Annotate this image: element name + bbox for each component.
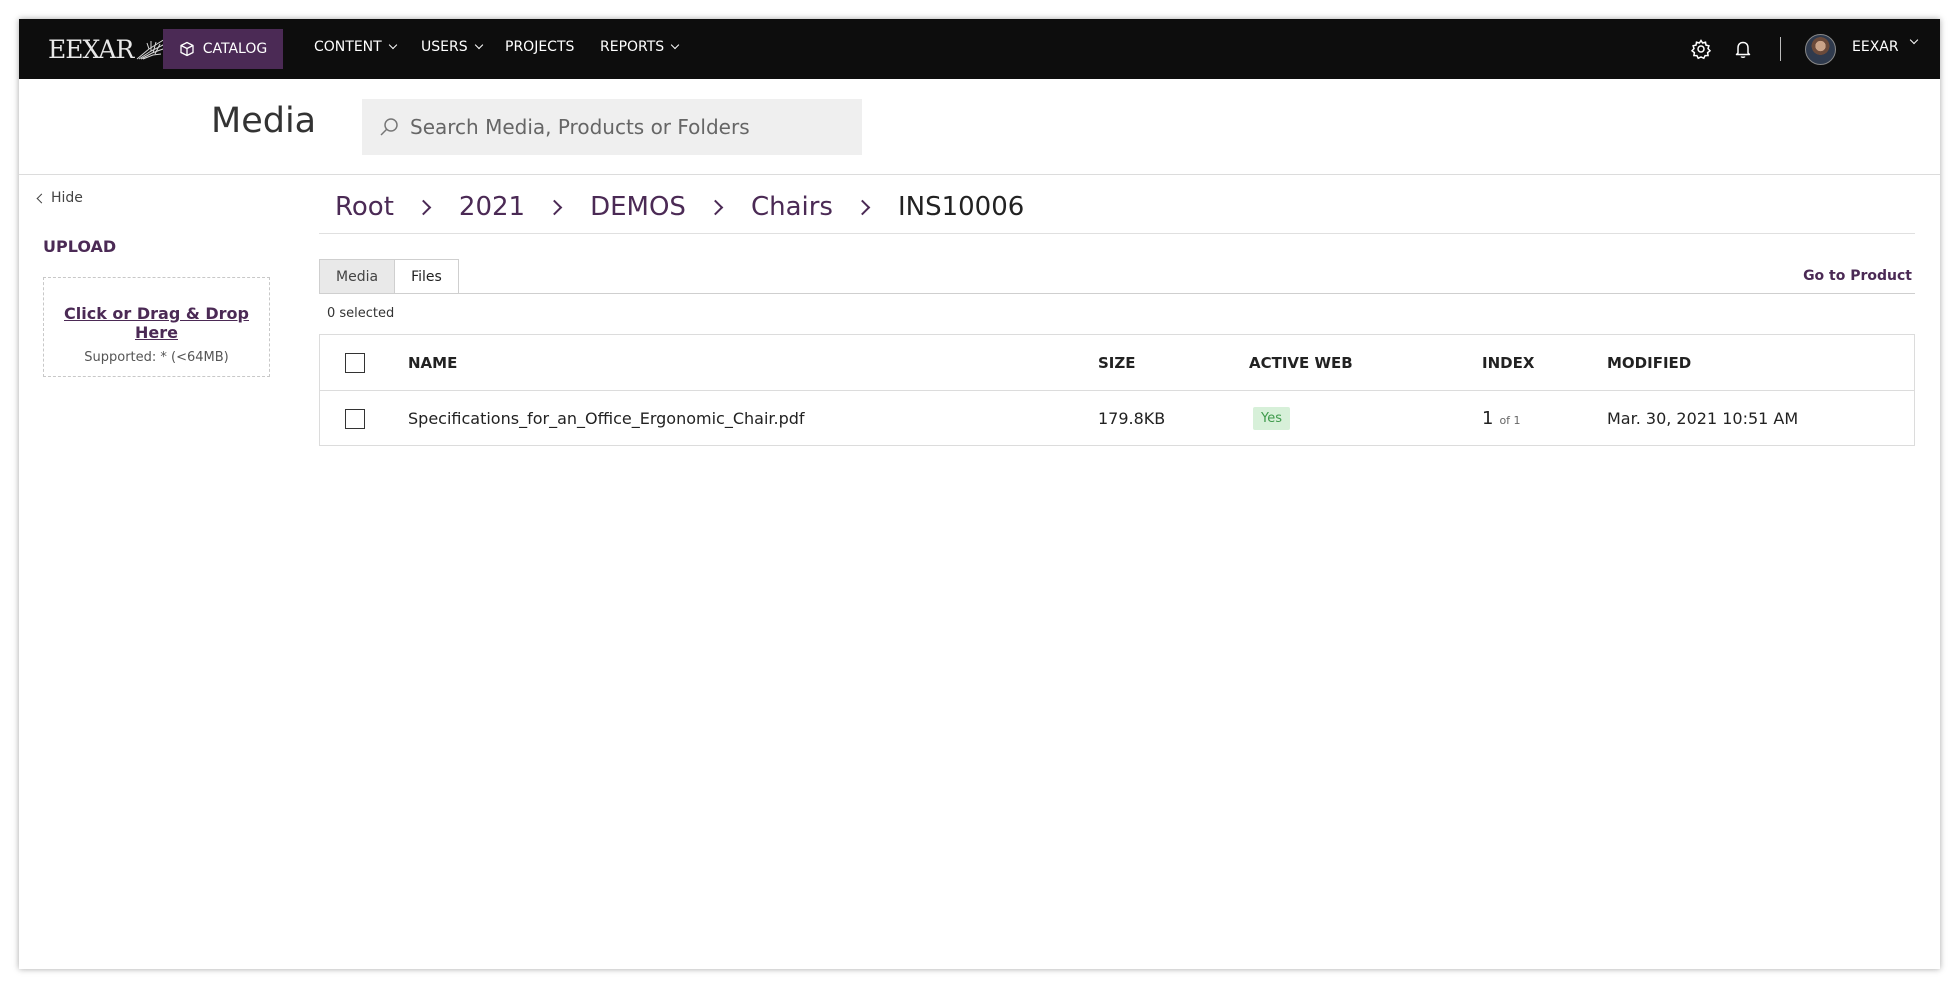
nav-projects-label: PROJECTS — [505, 39, 575, 55]
gear-icon[interactable] — [1690, 38, 1712, 60]
chevron-right-icon — [546, 199, 563, 215]
go-to-product-link[interactable]: Go to Product — [1803, 268, 1912, 284]
logo-text: EEXAR — [48, 34, 134, 64]
file-index: 1 of 1 — [1482, 391, 1521, 446]
logo[interactable]: EEXAR — [48, 33, 167, 65]
chevron-down-icon — [388, 40, 397, 50]
chevron-right-icon — [854, 199, 871, 215]
bell-icon[interactable] — [1732, 38, 1754, 60]
breadcrumb-root[interactable]: Root — [335, 192, 394, 222]
select-all-checkbox[interactable] — [345, 352, 365, 373]
index-total: of 1 — [1499, 414, 1521, 427]
column-header-name[interactable]: NAME — [408, 335, 457, 390]
dropzone-link[interactable]: Click or Drag & Drop Here — [44, 304, 269, 342]
breadcrumb-divider — [319, 233, 1915, 234]
column-header-index[interactable]: INDEX — [1482, 335, 1534, 390]
app-window: EEXAR CATALOG CONTENT USERS PROJECTS REP… — [19, 19, 1940, 969]
chevron-left-icon — [36, 193, 47, 203]
nav-content-label: CONTENT — [314, 39, 382, 55]
dropzone-supported-text: Supported: * (<64MB) — [84, 350, 229, 365]
search-box[interactable] — [362, 99, 862, 155]
breadcrumb-2021[interactable]: 2021 — [459, 192, 525, 222]
hide-sidebar-link[interactable]: Hide — [36, 190, 83, 206]
hide-label: Hide — [51, 190, 83, 206]
chevron-down-icon — [670, 40, 680, 50]
nav-projects[interactable]: PROJECTS — [505, 39, 574, 55]
page-header: Media — [19, 79, 1940, 175]
nav-reports-label: REPORTS — [600, 39, 665, 55]
view-tabs: Media Files — [319, 259, 459, 294]
index-value: 1 — [1482, 408, 1494, 429]
chevron-right-icon — [415, 199, 432, 215]
nav-users-label: USERS — [421, 39, 468, 55]
tab-media[interactable]: Media — [319, 259, 395, 294]
search-icon — [380, 118, 398, 136]
breadcrumb-demos[interactable]: DEMOS — [590, 192, 686, 222]
row-checkbox[interactable] — [345, 408, 365, 429]
table-header-row: NAME SIZE ACTIVE WEB INDEX MODIFIED — [320, 335, 1914, 390]
file-name[interactable]: Specifications_for_an_Office_Ergonomic_C… — [408, 391, 805, 446]
top-nav-bar: EEXAR CATALOG CONTENT USERS PROJECTS REP… — [19, 19, 1940, 79]
tabs-divider — [319, 293, 1915, 294]
chevron-down-icon — [474, 40, 483, 50]
tab-files[interactable]: Files — [394, 259, 459, 294]
selected-count: 0 selected — [327, 306, 395, 321]
cube-icon — [180, 41, 194, 57]
breadcrumb: Root 2021 DEMOS Chairs INS10006 — [335, 189, 1024, 225]
active-web-badge: Yes — [1253, 407, 1290, 430]
files-table: NAME SIZE ACTIVE WEB INDEX MODIFIED Spec… — [319, 334, 1915, 446]
column-header-active-web[interactable]: ACTIVE WEB — [1249, 335, 1353, 390]
catalog-label: CATALOG — [202, 41, 268, 57]
upload-dropzone[interactable]: Click or Drag & Drop Here Supported: * (… — [43, 277, 270, 377]
upload-title: UPLOAD — [43, 237, 117, 256]
breadcrumb-chairs[interactable]: Chairs — [751, 192, 833, 222]
nav-content[interactable]: CONTENT — [314, 39, 397, 55]
chevron-down-icon[interactable] — [1909, 35, 1919, 45]
nav-reports[interactable]: REPORTS — [600, 39, 680, 55]
breadcrumb-current: INS10006 — [897, 192, 1025, 222]
nav-divider — [1780, 37, 1781, 61]
file-size: 179.8KB — [1098, 409, 1166, 428]
table-row[interactable]: Specifications_for_an_Office_Ergonomic_C… — [320, 390, 1914, 445]
column-header-size[interactable]: SIZE — [1098, 335, 1136, 390]
chevron-right-icon — [707, 199, 724, 215]
nav-users[interactable]: USERS — [421, 39, 483, 55]
avatar[interactable] — [1805, 34, 1836, 65]
search-input[interactable] — [410, 115, 840, 139]
file-modified: Mar. 30, 2021 10:51 AM — [1607, 409, 1799, 428]
user-name[interactable]: EEXAR — [1852, 39, 1899, 55]
catalog-button[interactable]: CATALOG — [163, 29, 283, 69]
column-header-modified[interactable]: MODIFIED — [1607, 335, 1691, 390]
page-title: Media — [211, 101, 317, 141]
